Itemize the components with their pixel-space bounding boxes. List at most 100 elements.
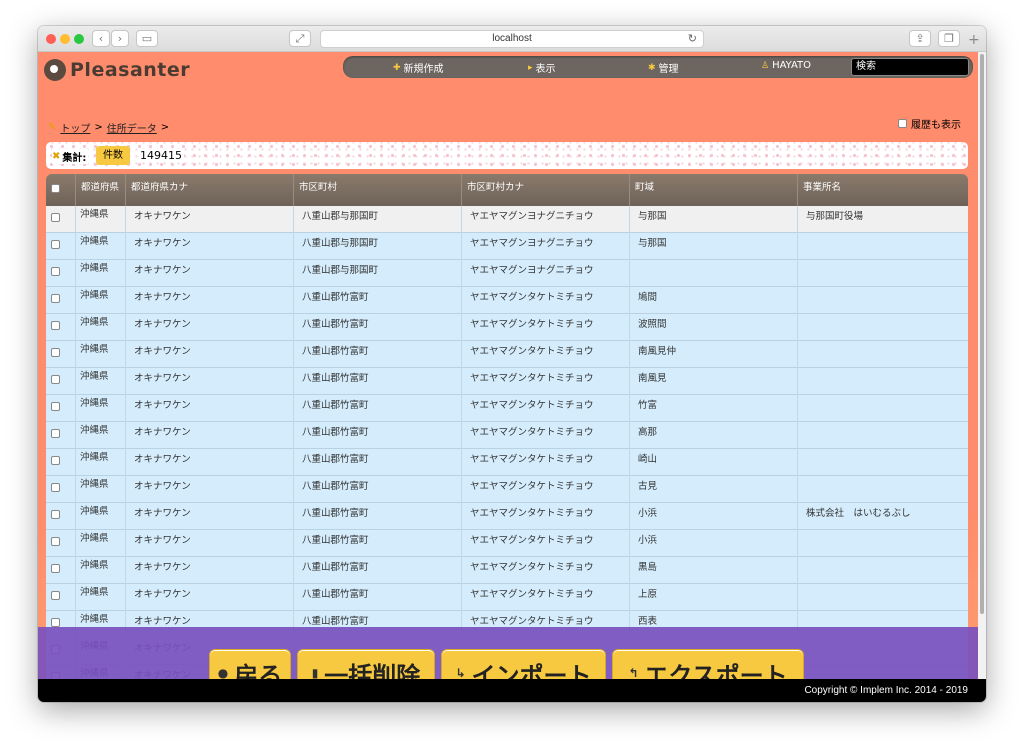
row-checkbox-cell — [46, 557, 75, 584]
row-checkbox-cell — [46, 503, 75, 530]
table-cell: 八重山郡与那国町 — [293, 206, 461, 233]
table-cell: 波照間 — [629, 314, 797, 341]
url-bar[interactable]: localhost ↻ — [320, 30, 704, 48]
user-icon: ♙ — [761, 60, 770, 71]
table-cell: オキナワケン — [125, 314, 293, 341]
table-cell: ヤエヤマグンタケトミチョウ — [461, 395, 629, 422]
column-header[interactable]: 市区町村カナ — [461, 174, 629, 206]
column-header[interactable]: 都道府県 — [75, 174, 125, 206]
tabs-icon[interactable]: ❐ — [938, 30, 960, 47]
table-row[interactable]: 沖縄県 オキナワケン 八重山郡与那国町 ヤエヤマグンヨナグニチョウ 与那国 与那国町役場 — [46, 206, 968, 233]
table-cell: 沖縄県 — [75, 530, 125, 557]
search-input[interactable]: 検索 — [851, 58, 969, 76]
table-cell: ヤエヤマグンタケトミチョウ — [461, 449, 629, 476]
table-row[interactable]: 沖縄県 オキナワケン 八重山郡与那国町 ヤエヤマグンヨナグニチョウ — [46, 260, 968, 287]
logo-text: Pleasanter — [70, 59, 191, 81]
nav-user[interactable]: ♙ HAYATO — [761, 60, 811, 71]
table-cell — [797, 260, 968, 287]
table-row[interactable]: 沖縄県 オキナワケン 八重山郡竹富町 ヤエヤマグンタケトミチョウ 鳩間 — [46, 287, 968, 314]
table-cell — [797, 395, 968, 422]
table-cell: 八重山郡竹富町 — [293, 503, 461, 530]
row-checkbox-cell — [46, 368, 75, 395]
row-checkbox-cell — [46, 260, 75, 287]
scrollbar-thumb[interactable] — [980, 54, 984, 614]
table-row[interactable]: 沖縄県 オキナワケン 八重山郡竹富町 ヤエヤマグンタケトミチョウ 竹富 — [46, 395, 968, 422]
table-row[interactable]: 沖縄県 オキナワケン 八重山郡竹富町 ヤエヤマグンタケトミチョウ 波照間 — [46, 314, 968, 341]
table-cell — [797, 341, 968, 368]
table-cell: 八重山郡竹富町 — [293, 395, 461, 422]
nav-view[interactable]: ▸ 表示 — [528, 60, 556, 76]
table-cell: 八重山郡与那国町 — [293, 260, 461, 287]
row-checkbox[interactable] — [51, 402, 60, 411]
import-icon: ↳ — [455, 666, 466, 680]
table-cell: 八重山郡竹富町 — [293, 368, 461, 395]
table-row[interactable]: 沖縄県 オキナワケン 八重山郡竹富町 ヤエヤマグンタケトミチョウ 南風見仲 — [46, 341, 968, 368]
table-row[interactable]: 沖縄県 オキナワケン 八重山郡竹富町 ヤエヤマグンタケトミチョウ 古見 — [46, 476, 968, 503]
row-checkbox[interactable] — [51, 429, 60, 438]
table-cell: オキナワケン — [125, 395, 293, 422]
table-cell: 沖縄県 — [75, 422, 125, 449]
nav-new[interactable]: ✚ 新規作成 — [393, 60, 444, 76]
chevron-left-icon[interactable]: ‹ — [92, 30, 110, 47]
new-tab-icon[interactable]: + — [968, 32, 980, 48]
table-cell: オキナワケン — [125, 584, 293, 611]
fullscreen-icon[interactable]: ⤢ — [289, 30, 311, 47]
row-checkbox-cell — [46, 449, 75, 476]
minimize-window-button[interactable] — [60, 34, 70, 44]
row-checkbox-cell — [46, 422, 75, 449]
history-checkbox[interactable] — [898, 119, 907, 128]
table-cell: 竹富 — [629, 395, 797, 422]
logo[interactable]: Pleasanter — [44, 56, 190, 84]
zoom-window-button[interactable] — [74, 34, 84, 44]
history-label: 履歴も表示 — [911, 120, 961, 131]
column-header[interactable]: 事業所名 — [797, 174, 968, 206]
breadcrumb-top[interactable]: トップ — [60, 120, 90, 135]
row-checkbox[interactable] — [51, 510, 60, 519]
row-checkbox[interactable] — [51, 537, 60, 546]
row-checkbox[interactable] — [51, 483, 60, 492]
reload-icon[interactable]: ↻ — [688, 31, 697, 47]
row-checkbox[interactable] — [51, 564, 60, 573]
show-history-toggle[interactable]: 履歴も表示 — [898, 116, 961, 131]
sidebar-toggle-icon[interactable]: ▭ — [136, 30, 158, 47]
table-cell: 沖縄県 — [75, 287, 125, 314]
table-row[interactable]: 沖縄県 オキナワケン 八重山郡竹富町 ヤエヤマグンタケトミチョウ 高那 — [46, 422, 968, 449]
table-row[interactable]: 沖縄県 オキナワケン 八重山郡竹富町 ヤエヤマグンタケトミチョウ 上原 — [46, 584, 968, 611]
table-cell — [797, 314, 968, 341]
row-checkbox[interactable] — [51, 213, 60, 222]
row-checkbox[interactable] — [51, 294, 60, 303]
table-cell — [797, 449, 968, 476]
table-cell — [797, 530, 968, 557]
table-row[interactable]: 沖縄県 オキナワケン 八重山郡竹富町 ヤエヤマグンタケトミチョウ 小浜 株式会社 はいむる… — [46, 503, 968, 530]
table-row[interactable]: 沖縄県 オキナワケン 八重山郡竹富町 ヤエヤマグンタケトミチョウ 黒島 — [46, 557, 968, 584]
chevron-right-icon[interactable]: › — [111, 30, 129, 47]
row-checkbox[interactable] — [51, 375, 60, 384]
row-checkbox[interactable] — [51, 591, 60, 600]
table-cell: オキナワケン — [125, 260, 293, 287]
row-checkbox[interactable] — [51, 321, 60, 330]
column-header[interactable]: 市区町村 — [293, 174, 461, 206]
table-cell — [797, 287, 968, 314]
row-checkbox[interactable] — [51, 348, 60, 357]
table-cell: 崎山 — [629, 449, 797, 476]
row-checkbox[interactable] — [51, 456, 60, 465]
row-checkbox[interactable] — [51, 618, 60, 627]
close-window-button[interactable] — [46, 34, 56, 44]
select-all-checkbox[interactable] — [51, 184, 60, 193]
row-checkbox[interactable] — [51, 267, 60, 276]
table-row[interactable]: 沖縄県 オキナワケン 八重山郡竹富町 ヤエヤマグンタケトミチョウ 崎山 — [46, 449, 968, 476]
table-cell — [797, 368, 968, 395]
table-row[interactable]: 沖縄県 オキナワケン 八重山郡竹富町 ヤエヤマグンタケトミチョウ 南風見 — [46, 368, 968, 395]
breadcrumb-address-data[interactable]: 住所データ — [107, 120, 157, 135]
nav-manage[interactable]: ✱ 管理 — [648, 60, 679, 76]
row-checkbox[interactable] — [51, 240, 60, 249]
app-content: Pleasanter ✚ 新規作成 ▸ 表示 ✱ 管理 ♙ HAYATO 検索 … — [38, 52, 978, 702]
table-row[interactable]: 沖縄県 オキナワケン 八重山郡与那国町 ヤエヤマグンヨナグニチョウ 与那国 — [46, 233, 968, 260]
count-button[interactable]: 件数 — [96, 146, 130, 165]
table-cell: 八重山郡竹富町 — [293, 584, 461, 611]
table-cell: 高那 — [629, 422, 797, 449]
column-header[interactable]: 都道府県カナ — [125, 174, 293, 206]
share-icon[interactable]: ⇪ — [909, 30, 931, 47]
table-row[interactable]: 沖縄県 オキナワケン 八重山郡竹富町 ヤエヤマグンタケトミチョウ 小浜 — [46, 530, 968, 557]
column-header[interactable]: 町域 — [629, 174, 797, 206]
